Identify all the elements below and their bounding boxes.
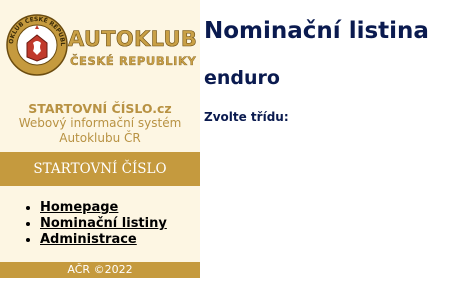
bullet-icon (26, 206, 30, 210)
autoklub-emblem-icon: AUTOKLUB ČESKÉ REPUBLIKY (5, 13, 68, 76)
site-description-line1: Webový informační systém (18, 116, 182, 130)
class-select-prompt: Zvolte třídu: (204, 110, 289, 124)
autoklub-logo[interactable]: AUTOKLUB ČESKÉ REPUBLIKY AUTOKLUB ČESKÉ … (5, 13, 197, 83)
page-subtitle: enduro (204, 67, 280, 89)
nav-item-nominacni-listiny: Nominační listiny (0, 216, 200, 232)
nav-item-administrace: Administrace (0, 232, 200, 248)
nav-link-administrace[interactable]: Administrace (40, 232, 137, 247)
page: AUTOKLUB ČESKÉ REPUBLIKY AUTOKLUB ČESKÉ … (0, 0, 476, 305)
site-info: STARTOVNÍ ČÍSLO.cz Webový informační sys… (0, 101, 200, 146)
nav-item-homepage: Homepage (0, 200, 200, 216)
logo-title: AUTOKLUB (68, 27, 198, 52)
logo-subtitle: ČESKÉ REPUBLIKY (70, 54, 197, 68)
site-description-line2: Autoklubu ČR (59, 131, 141, 145)
nav-link-homepage[interactable]: Homepage (40, 200, 118, 215)
site-name: STARTOVNÍ ČÍSLO.cz (28, 101, 172, 116)
nav-link-nominacni-listiny[interactable]: Nominační listiny (40, 216, 167, 231)
sidebar-nav: Homepage Nominační listiny Administrace (0, 200, 200, 248)
footer-copyright: AČR ©2022 (0, 262, 200, 278)
page-title: Nominační listina (204, 18, 429, 44)
bullet-icon (26, 222, 30, 226)
sidebar: AUTOKLUB ČESKÉ REPUBLIKY AUTOKLUB ČESKÉ … (0, 0, 200, 278)
bullet-icon (26, 238, 30, 242)
section-title-bar: STARTOVNÍ ČÍSLO (0, 152, 200, 186)
